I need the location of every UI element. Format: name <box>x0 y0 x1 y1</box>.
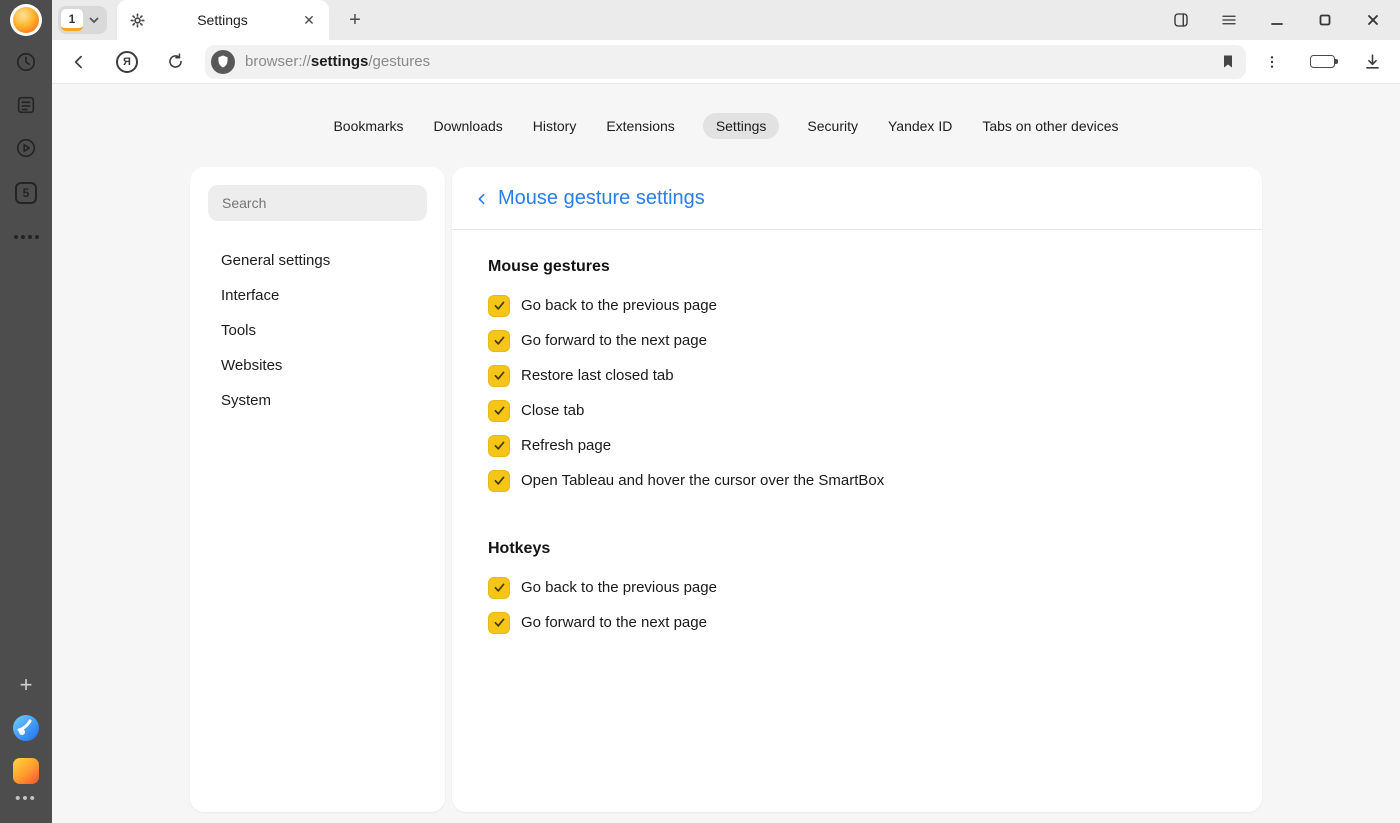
toolbar: Я browser://settings/gestures <box>52 40 1400 84</box>
tab-strip: 1 Settings ✕ + <box>52 0 1400 40</box>
new-tab-button[interactable]: + <box>343 10 367 30</box>
minimize-icon[interactable] <box>1266 13 1288 27</box>
nav-other-devices[interactable]: Tabs on other devices <box>980 113 1120 139</box>
site-shield-icon[interactable] <box>211 50 235 74</box>
settings-menu: General settings Interface Tools Website… <box>208 243 427 418</box>
option-row[interactable]: Restore last closed tab <box>488 358 1226 393</box>
browser-window: 5 + ••• 1 <box>0 0 1400 823</box>
settings-sidebar-panel: General settings Interface Tools Website… <box>190 167 445 812</box>
address-bar[interactable]: browser://settings/gestures <box>205 45 1246 79</box>
add-panel-icon[interactable]: + <box>16 675 36 695</box>
alice-avatar-icon[interactable] <box>10 4 42 36</box>
gesture-settings-panel: Mouse gesture settings Mouse gestures Go… <box>452 167 1262 812</box>
chevron-down-icon[interactable] <box>83 14 105 26</box>
active-tab[interactable]: Settings ✕ <box>117 0 329 40</box>
yandex-home-icon[interactable]: Я <box>109 44 145 80</box>
option-label[interactable]: Go forward to the next page <box>521 332 707 349</box>
yandex-app-icon[interactable] <box>13 758 39 784</box>
page-header: Mouse gesture settings <box>452 167 1262 230</box>
nav-extensions[interactable]: Extensions <box>604 113 676 139</box>
settings-nav: Bookmarks Downloads History Extensions S… <box>52 112 1400 140</box>
maximize-icon[interactable] <box>1314 13 1336 27</box>
checkbox-checked-icon[interactable] <box>488 330 510 352</box>
menu-icon[interactable] <box>1218 11 1240 29</box>
overflow-menu-icon[interactable] <box>1254 44 1290 80</box>
option-label[interactable]: Go back to the previous page <box>521 579 717 596</box>
tab-title: Settings <box>146 12 299 28</box>
download-icon[interactable] <box>1354 44 1390 80</box>
settings-content: Bookmarks Downloads History Extensions S… <box>52 84 1400 823</box>
tab-group-badge[interactable]: 1 <box>61 9 83 31</box>
sidebar-item-general[interactable]: General settings <box>221 243 427 278</box>
page-title[interactable]: Mouse gesture settings <box>498 187 705 210</box>
feed-icon[interactable] <box>15 94 37 116</box>
option-row[interactable]: Go back to the previous page <box>488 288 1226 323</box>
option-label[interactable]: Go forward to the next page <box>521 614 707 631</box>
checkbox-checked-icon[interactable] <box>488 577 510 599</box>
url-text: browser://settings/gestures <box>245 53 1212 70</box>
nav-bookmarks[interactable]: Bookmarks <box>331 113 405 139</box>
option-label[interactable]: Close tab <box>521 402 584 419</box>
search-input[interactable] <box>208 185 427 221</box>
option-list: Go back to the previous page Go forward … <box>488 288 1226 498</box>
close-window-icon[interactable] <box>1362 13 1384 27</box>
sidebar-panel-icon[interactable] <box>1170 11 1192 29</box>
option-row[interactable]: Close tab <box>488 393 1226 428</box>
checkbox-checked-icon[interactable] <box>488 435 510 457</box>
checkbox-checked-icon[interactable] <box>488 295 510 317</box>
sidebar-item-websites[interactable]: Websites <box>221 348 427 383</box>
option-label[interactable]: Open Tableau and hover the cursor over t… <box>521 472 884 489</box>
gear-icon <box>129 12 146 29</box>
nav-security[interactable]: Security <box>805 113 860 139</box>
tab-group-control[interactable]: 1 <box>58 6 107 34</box>
checkbox-checked-icon[interactable] <box>488 470 510 492</box>
option-label[interactable]: Go back to the previous page <box>521 297 717 314</box>
option-row[interactable]: Go forward to the next page <box>488 605 1226 640</box>
option-row[interactable]: Go back to the previous page <box>488 570 1226 605</box>
reload-icon[interactable] <box>157 44 193 80</box>
page-body: Mouse gestures Go back to the previous p… <box>452 230 1262 668</box>
nav-settings[interactable]: Settings <box>703 113 780 139</box>
option-list: Go back to the previous page Go forward … <box>488 570 1226 640</box>
bookmark-icon[interactable] <box>1220 53 1236 70</box>
sidebar-item-interface[interactable]: Interface <box>221 278 427 313</box>
nav-yandex-id[interactable]: Yandex ID <box>886 113 954 139</box>
sidebar-item-tools[interactable]: Tools <box>221 313 427 348</box>
back-chevron-icon[interactable] <box>474 191 490 207</box>
close-tab-icon[interactable]: ✕ <box>299 12 319 29</box>
checkbox-checked-icon[interactable] <box>488 400 510 422</box>
apps-grid-icon[interactable] <box>16 227 36 247</box>
video-play-icon[interactable] <box>15 137 37 159</box>
nav-downloads[interactable]: Downloads <box>432 113 505 139</box>
option-row[interactable]: Refresh page <box>488 428 1226 463</box>
sidebar-item-system[interactable]: System <box>221 383 427 418</box>
side-rail: 5 + ••• <box>0 0 52 823</box>
option-label[interactable]: Restore last closed tab <box>521 367 674 384</box>
option-row[interactable]: Go forward to the next page <box>488 323 1226 358</box>
checkbox-checked-icon[interactable] <box>488 612 510 634</box>
back-icon[interactable] <box>61 44 97 80</box>
option-label[interactable]: Refresh page <box>521 437 611 454</box>
history-clock-icon[interactable] <box>15 51 37 73</box>
nav-history[interactable]: History <box>531 113 579 139</box>
checkbox-checked-icon[interactable] <box>488 365 510 387</box>
section-heading: Hotkeys <box>488 540 1226 562</box>
battery-icon[interactable] <box>1304 44 1340 80</box>
more-icon[interactable]: ••• <box>15 790 37 807</box>
section-heading: Mouse gestures <box>488 258 1226 280</box>
tab-count-badge[interactable]: 5 <box>15 182 37 204</box>
option-row[interactable]: Open Tableau and hover the cursor over t… <box>488 463 1226 498</box>
browser-logo-icon[interactable] <box>12 714 40 742</box>
